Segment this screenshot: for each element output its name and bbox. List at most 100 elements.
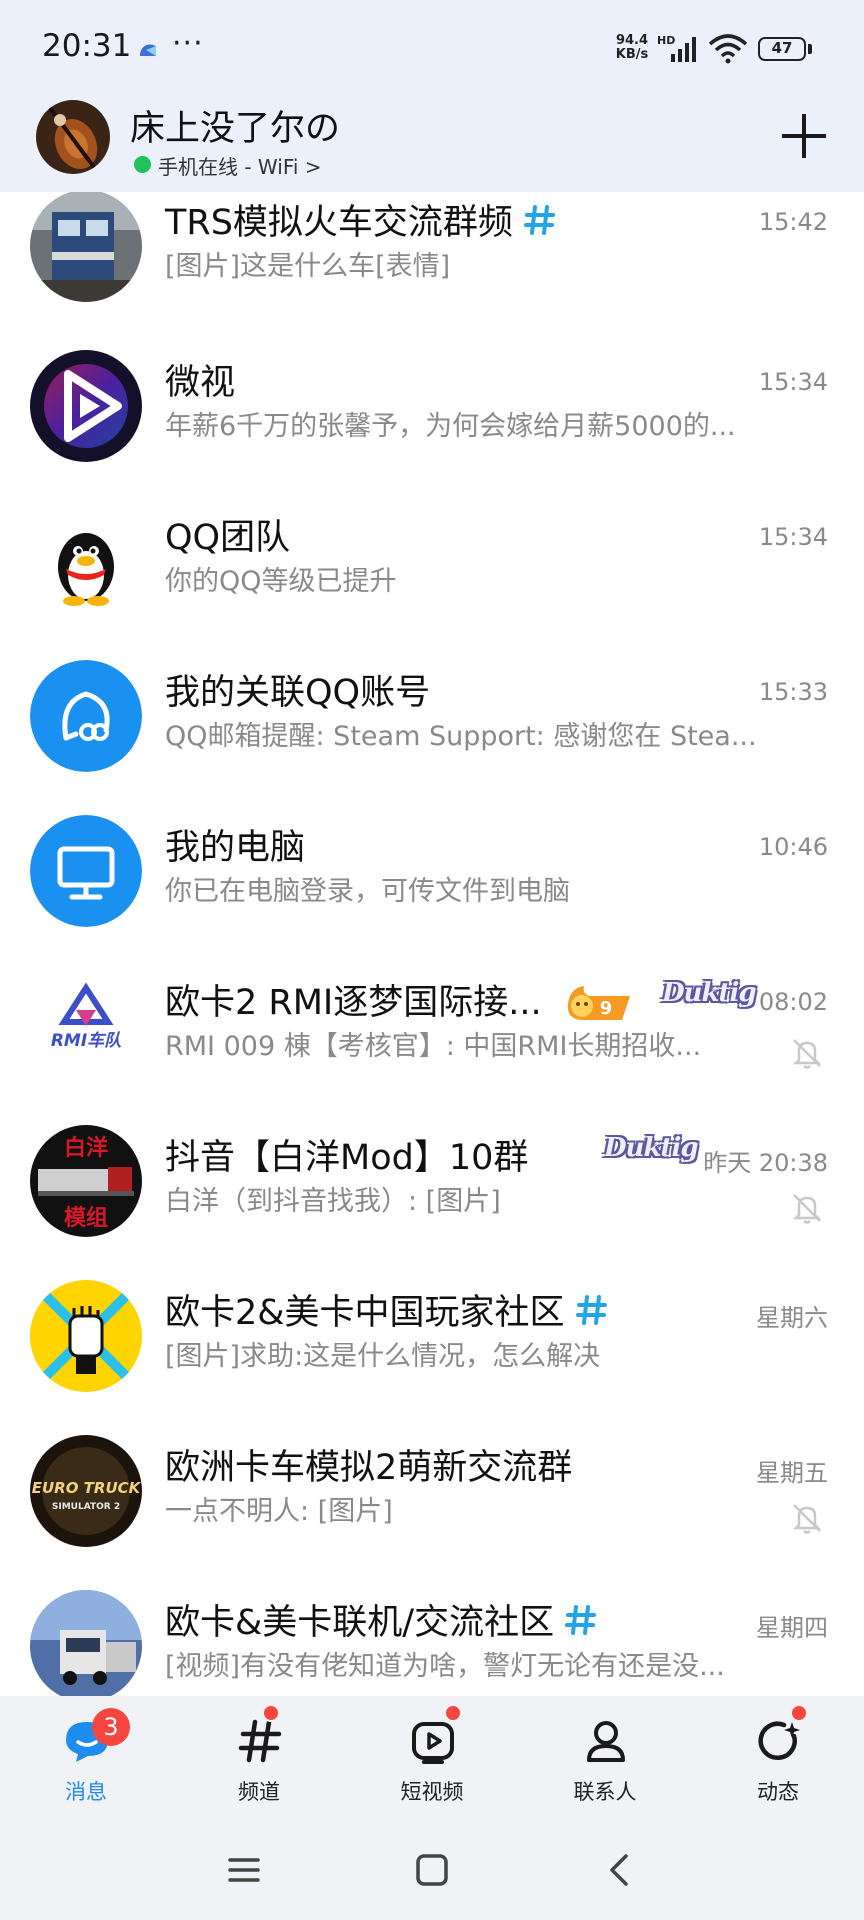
- tab-short-video[interactable]: 短视频: [372, 1710, 492, 1810]
- chat-row[interactable]: RMI车队 欧卡2 RMI逐梦国际接... 9 Duktig RMI 009 棟…: [0, 966, 864, 1121]
- chat-title: TRS模拟火车交流群频: [165, 194, 557, 245]
- chat-avatar: [30, 350, 142, 462]
- play-icon: [412, 1722, 454, 1764]
- fire-level-badge: 9: [567, 986, 630, 1020]
- chat-title: 抖音【白洋Mod】10群: [165, 1138, 529, 1178]
- chat-title: 欧卡&美卡联机/交流社区: [165, 1594, 598, 1645]
- svg-text:SIMULATOR 2: SIMULATOR 2: [52, 1502, 120, 1512]
- chat-preview: 年薪6千万的张馨予，为何会嫁给月薪5000的...: [165, 411, 736, 442]
- battery-indicator: 47: [758, 37, 806, 61]
- chat-time: 星期四: [756, 1614, 828, 1642]
- tab-contacts[interactable]: 联系人: [545, 1710, 665, 1810]
- chat-list: TRS模拟火车交流群频 [图片]这是什么车[表情] 15:42 微视 年薪6千万…: [0, 192, 864, 1696]
- channel-hash-icon: [565, 1605, 597, 1635]
- tab-label: 联系人: [573, 1780, 637, 1804]
- tab-channels[interactable]: 频道: [199, 1710, 319, 1810]
- chat-time: 15:42: [758, 208, 828, 236]
- chat-avatar: RMI车队: [30, 970, 142, 1082]
- app-notification-icon: [140, 44, 156, 56]
- mute-bell-icon: [792, 1194, 822, 1224]
- chat-row[interactable]: 我的关联QQ账号 QQ邮箱提醒: Steam Support: 感谢您在 Ste…: [0, 656, 864, 811]
- home-icon[interactable]: [410, 1848, 454, 1892]
- chat-title: 欧洲卡车模拟2萌新交流群: [165, 1448, 573, 1488]
- chat-avatar: [30, 660, 142, 772]
- chat-time: 星期五: [756, 1459, 828, 1487]
- svg-text:模组: 模组: [64, 1205, 108, 1231]
- profile-avatar[interactable]: [36, 100, 110, 174]
- rmi-logo-text: RMI车队: [51, 1031, 122, 1051]
- tab-label: 消息: [65, 1780, 107, 1804]
- ets-logo-text: EURO TRUCK: [32, 1479, 142, 1497]
- chat-time: 10:46: [758, 833, 828, 861]
- plus-icon[interactable]: [776, 108, 832, 164]
- chat-time: 15:34: [758, 368, 828, 396]
- channels-red-dot: [262, 1704, 280, 1722]
- status-bar: 20:31 ··· 94.4 KB/s HD 47: [0, 0, 864, 96]
- bottom-tab-bar: 消息 频道 短视频 联系人 动态: [0, 1696, 864, 1820]
- chat-row[interactable]: 欧卡2&美卡中国玩家社区 [图片]求助:这是什么情况，怎么解决 星期六: [0, 1276, 864, 1431]
- mute-bell-icon: [792, 1504, 822, 1534]
- chat-preview: [图片]求助:这是什么情况，怎么解决: [165, 1341, 601, 1372]
- chat-title: 欧卡2&美卡中国玩家社区: [165, 1284, 609, 1335]
- chat-row[interactable]: EURO TRUCK SIMULATOR 2 欧洲卡车模拟2萌新交流群 一点不明…: [0, 1431, 864, 1586]
- chat-row[interactable]: 微视 年薪6千万的张馨予，为何会嫁给月薪5000的... 15:34: [0, 346, 864, 501]
- svg-text:9: 9: [600, 998, 613, 1019]
- system-nav-bar: [0, 1820, 864, 1920]
- mute-bell-icon: [792, 1039, 822, 1069]
- tab-moments[interactable]: 动态: [718, 1710, 838, 1810]
- chat-title: 我的电脑: [165, 828, 306, 868]
- chat-time: 星期六: [756, 1304, 828, 1332]
- battery-tip: [808, 44, 812, 54]
- chat-preview: QQ邮箱提醒: Steam Support: 感谢您在 Stea...: [165, 721, 757, 752]
- chat-title: 微视: [165, 363, 236, 403]
- signal-icon: [671, 37, 696, 62]
- chat-avatar: [30, 815, 142, 927]
- refresh-star-icon: [758, 1721, 800, 1760]
- chat-title: 欧卡2 RMI逐梦国际接...: [165, 983, 542, 1023]
- chat-preview: 你的QQ等级已提升: [165, 566, 397, 597]
- chat-preview: [视频]有没有佬知道为啥，警灯无论有还是没...: [165, 1651, 725, 1682]
- tab-label: 频道: [238, 1780, 280, 1804]
- short-video-red-dot: [444, 1704, 462, 1722]
- chat-preview: RMI 009 棟【考核官】: 中国RMI长期招收...: [165, 1031, 702, 1062]
- chat-row[interactable]: 我的电脑 你已在电脑登录，可传文件到电脑 10:46: [0, 811, 864, 966]
- moments-red-dot: [790, 1704, 808, 1722]
- chat-preview: [图片]这是什么车[表情]: [165, 251, 451, 282]
- duktig-badge: Duktig: [662, 978, 757, 1008]
- menu-icon[interactable]: [222, 1848, 266, 1892]
- chat-avatar: [30, 192, 142, 302]
- chat-time: 15:34: [758, 523, 828, 551]
- online-status[interactable]: 手机在线 - WiFi >: [158, 151, 322, 180]
- chat-row[interactable]: TRS模拟火车交流群频 [图片]这是什么车[表情] 15:42: [0, 192, 864, 341]
- chat-time: 昨天 20:38: [703, 1149, 828, 1177]
- tab-label: 短视频: [400, 1780, 464, 1804]
- chat-row[interactable]: QQ团队 你的QQ等级已提升 15:34: [0, 501, 864, 656]
- chat-preview: 白洋（到抖音找我）: [图片]: [165, 1186, 501, 1217]
- status-time: 20:31: [42, 28, 132, 64]
- chat-row[interactable]: 欧卡&美卡联机/交流社区 [视频]有没有佬知道为啥，警灯无论有还是没... 星期…: [0, 1586, 864, 1696]
- channel-hash-icon: [523, 205, 555, 235]
- profile-name[interactable]: 床上没了尔の: [130, 100, 340, 151]
- status-more-dots: ···: [172, 26, 204, 61]
- net-speed: 94.4 KB/s: [615, 33, 649, 62]
- chat-title: 我的关联QQ账号: [165, 673, 431, 713]
- online-status-dot: [134, 156, 151, 173]
- chat-time: 08:02: [758, 988, 828, 1016]
- wifi-icon: [708, 34, 748, 64]
- channel-hash-icon: [575, 1295, 607, 1325]
- svg-text:白洋: 白洋: [64, 1135, 108, 1161]
- chat-row[interactable]: 白洋 模组 抖音【白洋Mod】10群 Duktig 白洋（到抖音找我）: [图片…: [0, 1121, 864, 1276]
- chat-preview: 你已在电脑登录，可传文件到电脑: [165, 876, 570, 907]
- chat-avatar: [30, 505, 142, 617]
- chat-avatar: 白洋 模组: [30, 1125, 142, 1237]
- chat-time: 15:33: [758, 678, 828, 706]
- back-icon[interactable]: [598, 1848, 642, 1892]
- tab-label: 动态: [757, 1780, 799, 1804]
- hash-icon: [238, 1719, 282, 1763]
- duktig-badge: Duktig: [604, 1133, 699, 1163]
- unread-count-badge: 3: [92, 1708, 130, 1746]
- chat-avatar: [30, 1590, 142, 1696]
- person-icon: [587, 1721, 625, 1762]
- chat-title: QQ团队: [165, 518, 291, 558]
- chat-avatar: EURO TRUCK SIMULATOR 2: [30, 1435, 142, 1547]
